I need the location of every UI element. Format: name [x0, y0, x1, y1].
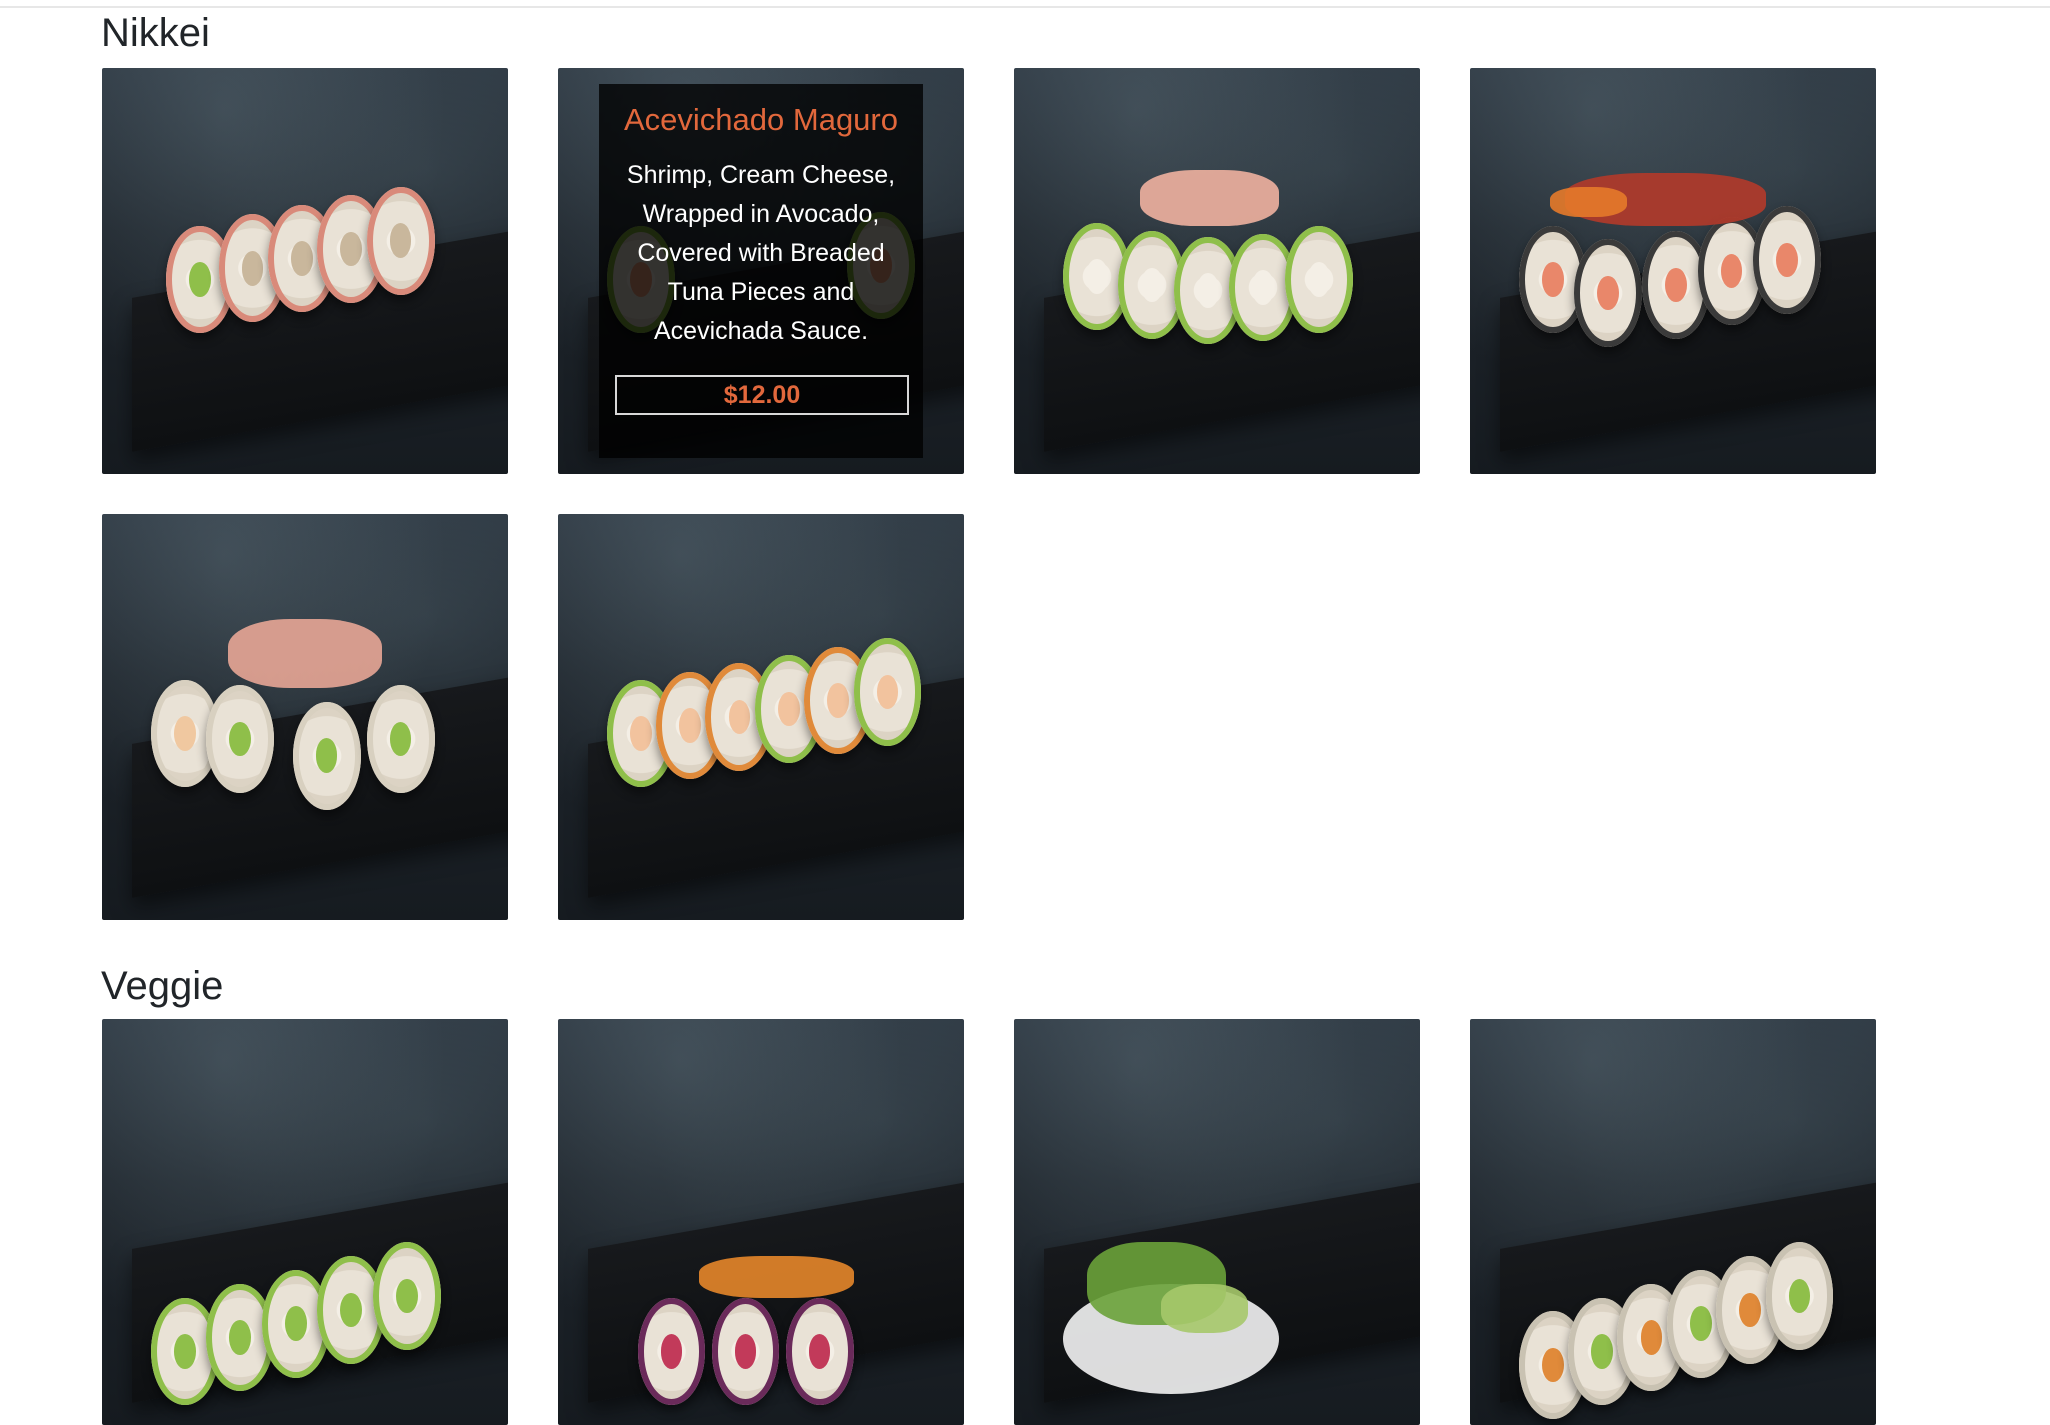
menu-item-tile[interactable]: [1014, 1019, 1420, 1425]
sushi-roll-image: [1518, 173, 1828, 347]
sushi-roll-image: [1062, 170, 1372, 345]
menu-item-tile-active[interactable]: Acevichado Maguro Shrimp, Cream Cheese, …: [558, 68, 964, 474]
menu-item-tile[interactable]: [1470, 68, 1876, 474]
section-title-nikkei: Nikkei: [101, 11, 210, 55]
section-title-veggie: Veggie: [101, 964, 224, 1008]
menu-item-tile[interactable]: [558, 514, 964, 920]
menu-item-tile[interactable]: [102, 1019, 508, 1425]
sushi-roll-image: [151, 186, 460, 336]
menu-item-tile[interactable]: [1470, 1019, 1876, 1425]
top-divider: [0, 6, 2050, 8]
sushi-roll-image: [1518, 1242, 1834, 1419]
sushi-roll-image: [150, 1242, 460, 1406]
menu-item-tile[interactable]: [102, 514, 508, 920]
salad-bowl-image: [1062, 1242, 1372, 1395]
sushi-roll-image: [606, 638, 922, 788]
menu-item-tile[interactable]: [558, 1019, 964, 1425]
sushi-roll-image: [150, 619, 460, 810]
sushi-roll-image: [607, 1242, 916, 1406]
menu-item-tile[interactable]: [1014, 68, 1420, 474]
menu-item-tile[interactable]: [102, 68, 508, 474]
item-description: Shrimp, Cream Cheese, Wrapped in Avocado…: [626, 161, 896, 345]
item-detail-overlay: Acevichado Maguro Shrimp, Cream Cheese, …: [599, 84, 923, 458]
item-price: $12.00: [615, 375, 909, 415]
item-name: Acevichado Maguro: [624, 102, 898, 137]
